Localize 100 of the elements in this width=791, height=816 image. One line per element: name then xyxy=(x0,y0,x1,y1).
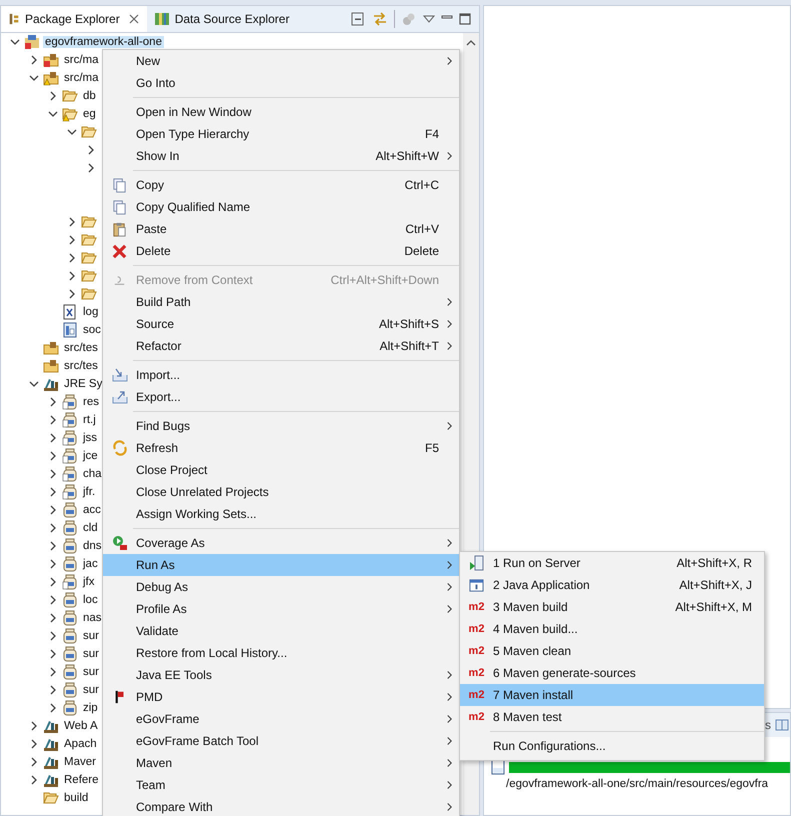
panel-tab-label[interactable]: s xyxy=(765,718,771,732)
chevron-icon[interactable] xyxy=(67,217,77,227)
menu-item[interactable]: Compare With xyxy=(103,796,459,816)
tree-item[interactable]: jac xyxy=(81,558,100,570)
tree-item[interactable]: sur xyxy=(81,684,101,696)
tree-item[interactable]: egovframework-all-one xyxy=(43,36,164,48)
chevron-icon[interactable] xyxy=(48,433,58,443)
menu-item[interactable]: Debug As xyxy=(103,576,459,598)
tree-item[interactable]: Maver xyxy=(62,756,98,768)
chevron-icon[interactable] xyxy=(29,55,39,65)
tree-item[interactable]: Refere xyxy=(62,774,101,786)
menu-item[interactable]: Export... xyxy=(103,386,459,408)
chevron-icon[interactable] xyxy=(48,559,58,569)
tree-item[interactable]: src/ma xyxy=(62,54,100,66)
menu-item[interactable]: Run As xyxy=(103,554,459,576)
menu-item[interactable]: PMD xyxy=(103,686,459,708)
chevron-icon[interactable] xyxy=(86,163,96,173)
chevron-icon[interactable] xyxy=(48,505,58,515)
tree-item[interactable]: jss xyxy=(81,432,100,444)
chevron-icon[interactable] xyxy=(48,91,58,101)
menu-item[interactable]: Source Alt+Shift+S xyxy=(103,313,459,335)
menu-item[interactable]: Show In Alt+Shift+W xyxy=(103,145,459,167)
maximize-icon[interactable] xyxy=(459,13,471,25)
tree-item[interactable]: dns xyxy=(81,540,104,552)
chevron-icon[interactable] xyxy=(67,235,77,245)
tree-item[interactable]: nas xyxy=(81,612,104,624)
chevron-icon[interactable] xyxy=(29,721,39,731)
chevron-icon[interactable] xyxy=(67,253,77,263)
chevron-icon[interactable] xyxy=(48,667,58,677)
menu-item[interactable]: Copy Ctrl+C xyxy=(103,174,459,196)
tree-item[interactable]: jfr. xyxy=(81,486,98,498)
tree-item[interactable]: Apach xyxy=(62,738,99,750)
view-menu-icon[interactable] xyxy=(423,15,435,23)
menu-item[interactable]: Java EE Tools xyxy=(103,664,459,686)
tree-item[interactable]: cha xyxy=(81,468,104,480)
chevron-icon[interactable] xyxy=(48,649,58,659)
view-tab[interactable]: Data Source Explorer xyxy=(146,6,298,32)
menu-item[interactable]: Run Configurations... xyxy=(460,735,764,757)
tree-item[interactable]: Web A xyxy=(62,720,100,732)
chevron-icon[interactable] xyxy=(48,631,58,641)
chevron-icon[interactable] xyxy=(48,595,58,605)
tree-item[interactable]: res xyxy=(81,396,101,408)
chevron-icon[interactable] xyxy=(48,415,58,425)
menu-item[interactable]: Team xyxy=(103,774,459,796)
menu-item[interactable]: m2 4 Maven build... xyxy=(460,618,764,640)
menu-item[interactable]: Close Project xyxy=(103,459,459,481)
scroll-up-icon[interactable] xyxy=(466,38,476,48)
menu-item[interactable]: Delete Delete xyxy=(103,240,459,262)
chevron-icon[interactable] xyxy=(48,541,58,551)
menu-item[interactable]: m2 8 Maven test xyxy=(460,706,764,728)
menu-item[interactable]: m2 3 Maven build Alt+Shift+X, M xyxy=(460,596,764,618)
tree-item[interactable]: src/tes xyxy=(62,342,100,354)
chevron-icon[interactable] xyxy=(29,73,39,83)
chevron-icon[interactable] xyxy=(48,451,58,461)
tree-item[interactable]: jce xyxy=(81,450,100,462)
tree-item[interactable]: rt.j xyxy=(81,414,98,426)
menu-item[interactable]: Assign Working Sets... xyxy=(103,503,459,525)
chevron-icon[interactable] xyxy=(86,145,96,155)
menu-item[interactable]: Refactor Alt+Shift+T xyxy=(103,335,459,357)
tree-item[interactable]: sur xyxy=(81,648,101,660)
menu-item[interactable]: Profile As xyxy=(103,598,459,620)
menu-item[interactable]: 1 Run on Server Alt+Shift+X, R xyxy=(460,552,764,574)
chevron-icon[interactable] xyxy=(48,397,58,407)
chevron-icon[interactable] xyxy=(29,379,39,389)
tree-item[interactable]: sur xyxy=(81,666,101,678)
menu-item[interactable]: Paste Ctrl+V xyxy=(103,218,459,240)
tree-item[interactable]: src/tes xyxy=(62,360,100,372)
chevron-icon[interactable] xyxy=(48,109,58,119)
chevron-icon[interactable] xyxy=(10,37,20,47)
view-tab[interactable]: Package Explorer xyxy=(1,6,147,32)
menu-item[interactable]: Maven xyxy=(103,752,459,774)
tree-item[interactable]: log xyxy=(81,306,100,318)
tree-item[interactable]: acc xyxy=(81,504,103,516)
chevron-icon[interactable] xyxy=(29,775,39,785)
chevron-icon[interactable] xyxy=(48,469,58,479)
chevron-icon[interactable] xyxy=(67,271,77,281)
menu-item[interactable]: New xyxy=(103,50,459,72)
chevron-icon[interactable] xyxy=(48,487,58,497)
chevron-icon[interactable] xyxy=(67,289,77,299)
chevron-icon[interactable] xyxy=(29,757,39,767)
menu-item[interactable]: Find Bugs xyxy=(103,415,459,437)
tree-item[interactable]: build xyxy=(62,792,90,804)
menu-item[interactable]: Close Unrelated Projects xyxy=(103,481,459,503)
chevron-icon[interactable] xyxy=(48,685,58,695)
menu-item[interactable]: eGovFrame Batch Tool xyxy=(103,730,459,752)
menu-item[interactable]: Refresh F5 xyxy=(103,437,459,459)
tree-item[interactable]: JRE Sy xyxy=(62,378,104,390)
menu-item[interactable]: Open Type Hierarchy F4 xyxy=(103,123,459,145)
menu-item[interactable]: Restore from Local History... xyxy=(103,642,459,664)
menu-item[interactable]: Open in New Window xyxy=(103,101,459,123)
menu-item[interactable]: m2 6 Maven generate-sources xyxy=(460,662,764,684)
tree-item[interactable]: soc xyxy=(81,324,103,336)
tree-item[interactable]: eg xyxy=(81,108,98,120)
tree-item[interactable]: src/ma xyxy=(62,72,100,84)
menu-item[interactable]: 2 Java Application Alt+Shift+X, J xyxy=(460,574,764,596)
tree-item[interactable]: cld xyxy=(81,522,100,534)
menu-item[interactable]: Build Path xyxy=(103,291,459,313)
close-icon[interactable] xyxy=(128,14,139,24)
chevron-icon[interactable] xyxy=(29,739,39,749)
chevron-icon[interactable] xyxy=(48,613,58,623)
